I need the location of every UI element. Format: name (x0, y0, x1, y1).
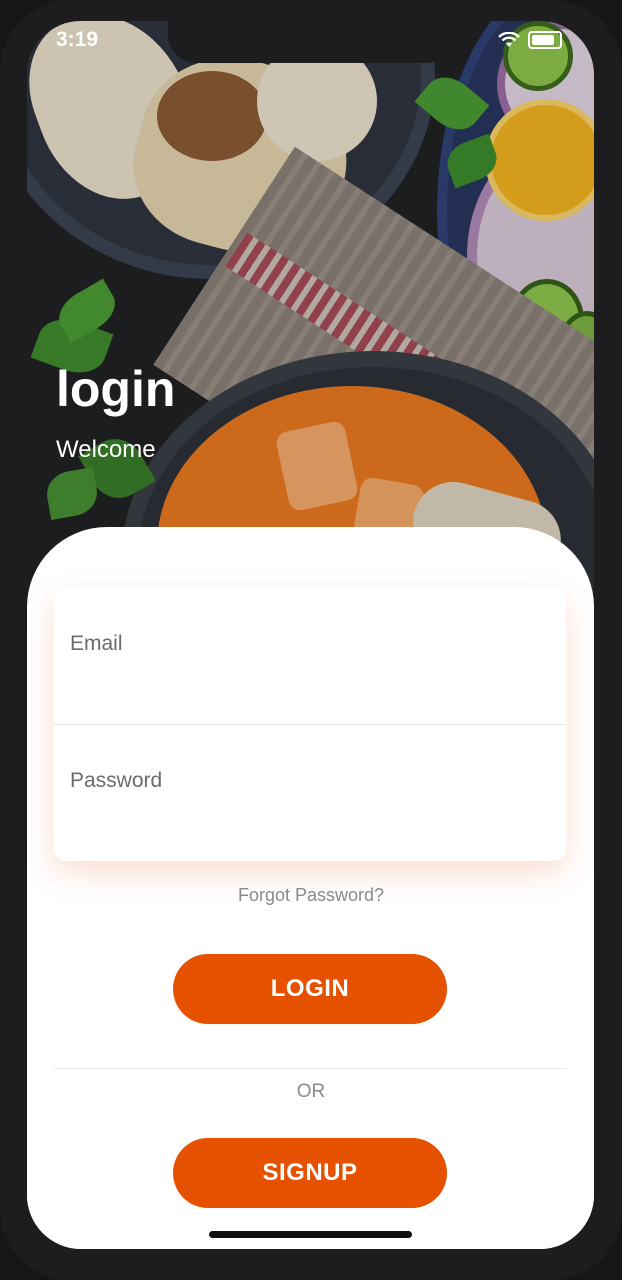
login-button[interactable]: LOGIN (173, 954, 447, 1024)
divider (54, 1068, 566, 1069)
password-field-container (54, 725, 566, 861)
email-input[interactable] (68, 626, 552, 662)
notch (168, 21, 454, 63)
page-subtitle: Welcome (56, 436, 156, 463)
home-indicator[interactable] (209, 1231, 412, 1238)
status-icons (498, 31, 562, 49)
battery-icon (528, 31, 562, 49)
wifi-icon (498, 32, 520, 47)
password-input[interactable] (68, 763, 552, 799)
signup-button[interactable]: SIGNUP (173, 1138, 447, 1208)
status-time: 3:19 (56, 28, 99, 51)
forgot-password-link[interactable]: Forgot Password? (0, 885, 622, 906)
page-title: login (56, 361, 176, 417)
or-separator: OR (296, 1081, 326, 1102)
phone-frame: 3:19 login Welcome Forgot Password? LOGI… (0, 0, 622, 1280)
email-field-container (54, 588, 566, 725)
login-form-card (54, 588, 566, 861)
